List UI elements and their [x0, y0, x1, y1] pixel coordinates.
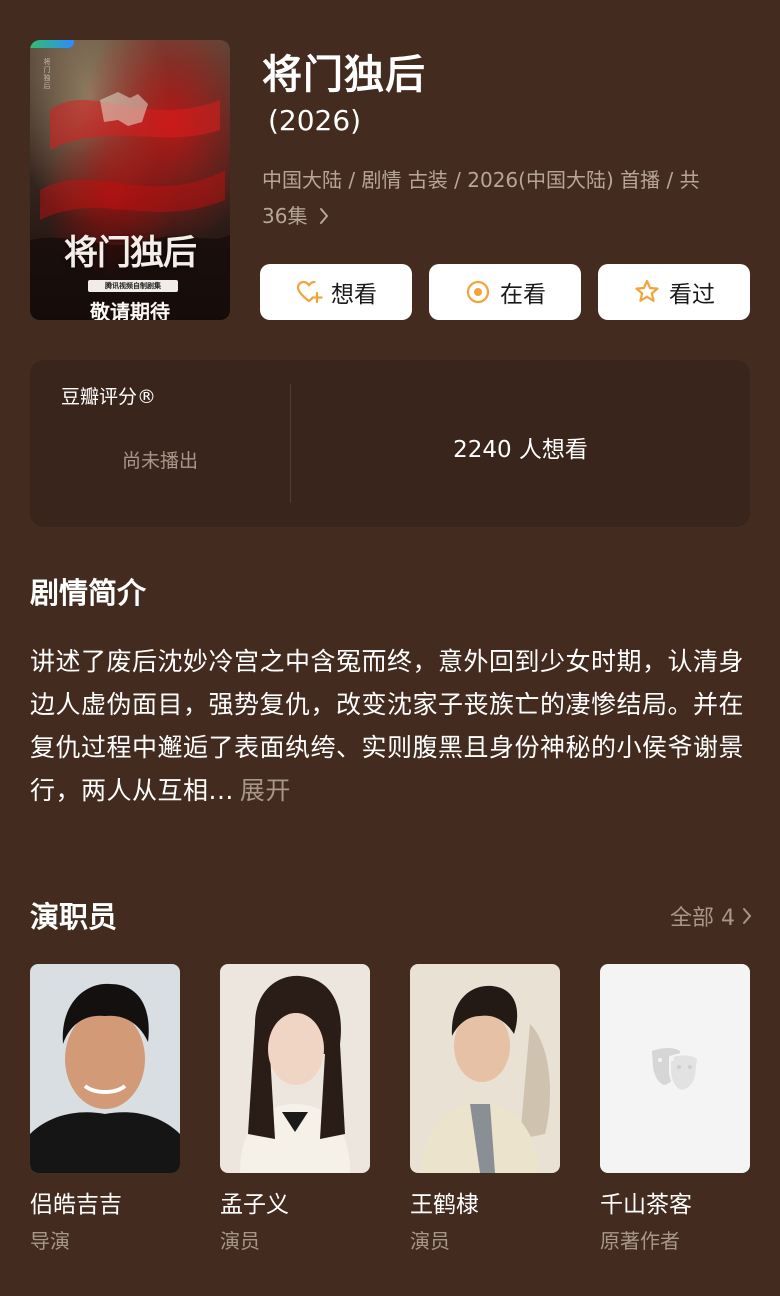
- poster-vertical-text: 将门独后: [43, 58, 51, 90]
- cast-role-1: 导演: [30, 1229, 70, 1253]
- watched-label: 看过: [669, 282, 715, 308]
- cast-name-4[interactable]: 千山茶客: [600, 1185, 692, 1219]
- cast-role-3: 演员: [410, 1229, 450, 1253]
- synopsis-text: 讲述了废后沈妙冷宫之中含冤而终，意外回到少女时期，认清身边人虚伪面目，强势复仇，…: [30, 640, 754, 812]
- star-outline-icon: [635, 279, 659, 302]
- synopsis-heading: 剧情简介: [30, 576, 147, 610]
- cast-name-2[interactable]: 孟子义: [220, 1185, 289, 1219]
- cast-all-link[interactable]: 全部 4: [670, 900, 753, 932]
- target-circle-icon: [466, 280, 490, 304]
- rating-status: 尚未播出: [121, 450, 198, 472]
- theater-masks-icon: [652, 1047, 700, 1092]
- want-count: 2240 人想看: [453, 437, 588, 463]
- cast-heading: 演职员: [30, 900, 118, 934]
- show-meta[interactable]: 中国大陆 / 剧情 古装 / 2026(中国大陆) 首播 / 共 36集: [262, 162, 742, 234]
- want-to-watch-button[interactable]: 想看: [260, 264, 412, 320]
- cast-name-3[interactable]: 王鹤棣: [410, 1185, 479, 1219]
- show-year: (2026): [268, 104, 362, 137]
- cast-role-2: 演员: [220, 1229, 260, 1253]
- synopsis-body: 讲述了废后沈妙冷宫之中含冤而终，意外回到少女时期，认清身边人虚伪面目，强势复仇，…: [30, 647, 745, 805]
- cast-photo-4[interactable]: [600, 964, 750, 1173]
- cast-photo-2[interactable]: [220, 964, 370, 1173]
- want-to-watch-label: 想看: [331, 282, 377, 308]
- chevron-right-icon: [311, 204, 329, 228]
- poster-badge: 腾讯视频自制剧集: [88, 280, 178, 292]
- show-title: 将门独后: [262, 52, 426, 98]
- chevron-right-icon: [743, 908, 752, 924]
- rating-card[interactable]: 豆瓣评分® 尚未播出 2240 人想看: [30, 360, 750, 527]
- watched-button[interactable]: 看过: [598, 264, 750, 320]
- show-poster[interactable]: 将门独后 将门独后 腾讯视频自制剧集 敬请期待: [30, 40, 230, 320]
- avatar: [220, 964, 370, 1173]
- douban-rating-label: 豆瓣评分®: [61, 386, 157, 408]
- poster-tagline: 敬请期待: [90, 300, 170, 320]
- cast-all-label: 全部 4: [670, 906, 735, 931]
- watching-button[interactable]: 在看: [429, 264, 581, 320]
- meta-episodes: 36集: [262, 204, 308, 228]
- watching-label: 在看: [500, 282, 546, 308]
- expand-link[interactable]: 展开: [240, 776, 291, 805]
- poster-title: 将门独后: [64, 233, 197, 273]
- meta-line-1: 中国大陆 / 剧情 古装 / 2026(中国大陆) 首播 / 共: [262, 168, 700, 192]
- cast-name-1[interactable]: 侣皓吉吉: [30, 1185, 122, 1219]
- meta-line-2: 36集: [262, 198, 742, 234]
- avatar: [410, 964, 560, 1173]
- avatar: [30, 964, 180, 1173]
- poster-artwork: [30, 92, 230, 320]
- cast-photo-1[interactable]: [30, 964, 180, 1173]
- cast-role-4: 原著作者: [600, 1229, 680, 1253]
- heart-plus-icon: [296, 280, 323, 304]
- cast-photo-3[interactable]: [410, 964, 560, 1173]
